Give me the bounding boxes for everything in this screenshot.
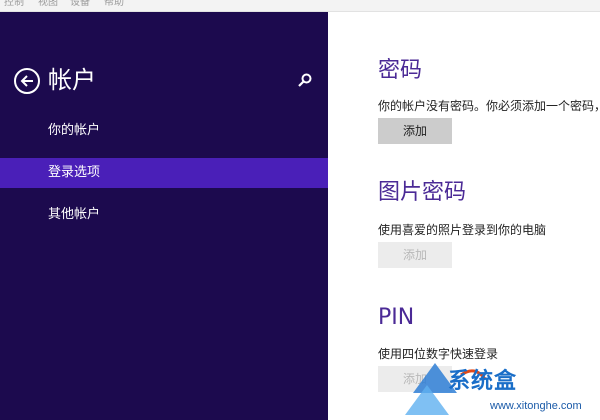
menu-bar: 控制 视图 设备 帮助 bbox=[0, 0, 600, 12]
pin-heading: PIN bbox=[378, 305, 415, 330]
add-picture-password-button[interactable]: 添加 bbox=[378, 242, 452, 268]
picture-password-description: 使用喜爱的照片登录到你的电脑 bbox=[378, 223, 547, 237]
page-title: 帐户 bbox=[48, 66, 96, 94]
watermark-brand: 系统盒 bbox=[448, 369, 518, 394]
password-description: 你的帐户没有密码。你必须添加一个密码， bbox=[378, 99, 600, 113]
menu-item-control[interactable]: 控制 bbox=[4, 0, 24, 9]
sidebar-item-other-accounts[interactable]: 其他帐户 bbox=[0, 200, 328, 230]
sidebar: 帐户 你的帐户 登录选项 其他帐户 bbox=[0, 12, 328, 420]
watermark-url: www.xitonghe.com bbox=[490, 400, 582, 412]
menu-item-devices[interactable]: 设备 bbox=[70, 0, 90, 9]
sidebar-item-sign-in-options[interactable]: 登录选项 bbox=[0, 158, 328, 188]
picture-password-heading: 图片密码 bbox=[378, 180, 467, 205]
add-password-button[interactable]: 添加 bbox=[378, 118, 452, 144]
search-icon[interactable] bbox=[297, 72, 313, 88]
password-heading: 密码 bbox=[378, 58, 423, 83]
menu-item-view[interactable]: 视图 bbox=[38, 0, 58, 9]
back-arrow-icon[interactable] bbox=[14, 68, 40, 94]
menu-item-help[interactable]: 帮助 bbox=[104, 0, 124, 9]
sidebar-item-your-account[interactable]: 你的帐户 bbox=[0, 116, 328, 146]
